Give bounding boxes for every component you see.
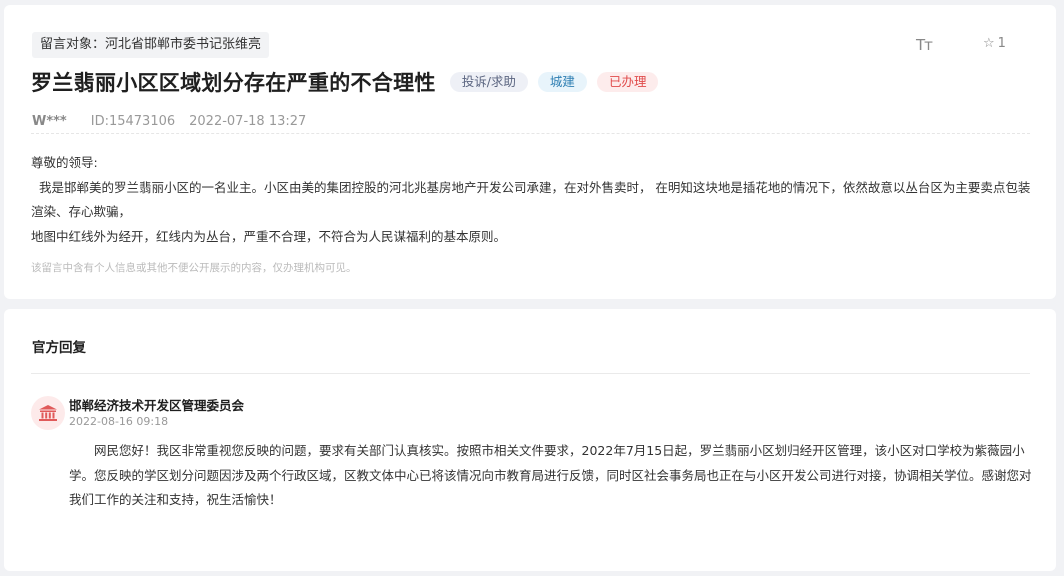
message-paragraph: 我是邯郸美的罗兰翡丽小区的一名业主。小区由美的集团控股的河北兆基房地产开发公司承… [31, 179, 1031, 220]
message-greeting: 尊敬的领导: [31, 155, 98, 170]
reply-section-title: 官方回复 [32, 340, 86, 356]
message-card: 留言对象：河北省邯郸市委书记张维亮 Tт ☆ 1 罗兰翡丽小区区域划分存在严重的不… [4, 5, 1056, 299]
font-size-icon: Tт [916, 36, 933, 54]
category-badge: 城建 [537, 72, 587, 92]
privacy-notice: 该留言中含有个人信息或其他不便公开展示的内容，仅办理机构可见。 [31, 262, 357, 274]
author-name: W*** [32, 114, 67, 129]
favorite-button[interactable]: ☆ 1 [983, 36, 1006, 51]
star-icon: ☆ [983, 36, 995, 51]
message-body: 尊敬的领导: 我是邯郸美的罗兰翡丽小区的一名业主。小区由美的集团控股的河北兆基房… [31, 151, 1034, 249]
favorite-count: 1 [997, 36, 1006, 51]
official-reply-card: 官方回复 邯郸经济技术开发区管理委员会 2022-08-16 09:18 网民您… [4, 309, 1056, 571]
reply-body: 网民您好！我区非常重视您反映的问题，要求有关部门认真核实。按照市相关文件要求，2… [69, 443, 1032, 507]
status-badge: 已办理 [596, 72, 659, 92]
reply-org-name: 邯郸经济技术开发区管理委员会 [69, 398, 245, 413]
type-badge: 投诉/求助 [449, 72, 528, 92]
title-row: 罗兰翡丽小区区域划分存在严重的不合理性 投诉/求助 城建 已办理 [31, 67, 659, 97]
message-id: ID:15473106 [90, 114, 176, 129]
message-datetime: 2022-07-18 13:27 [189, 114, 307, 129]
reply-divider [31, 373, 1030, 374]
font-size-button[interactable]: Tт [916, 36, 933, 54]
message-title: 罗兰翡丽小区区域划分存在严重的不合理性 [31, 71, 436, 95]
government-building-icon [31, 396, 65, 430]
message-meta: W*** ID:15473106 2022-07-18 13:27 [32, 114, 306, 129]
meta-divider [31, 133, 1030, 134]
message-paragraph: 地图中红线外为经开，红线内为丛台，严重不合理，不符合为人民谋福利的基本原则。 [31, 228, 507, 244]
message-target-tag: 留言对象：河北省邯郸市委书记张维亮 [32, 32, 270, 58]
reply-datetime: 2022-08-16 09:18 [69, 415, 169, 428]
